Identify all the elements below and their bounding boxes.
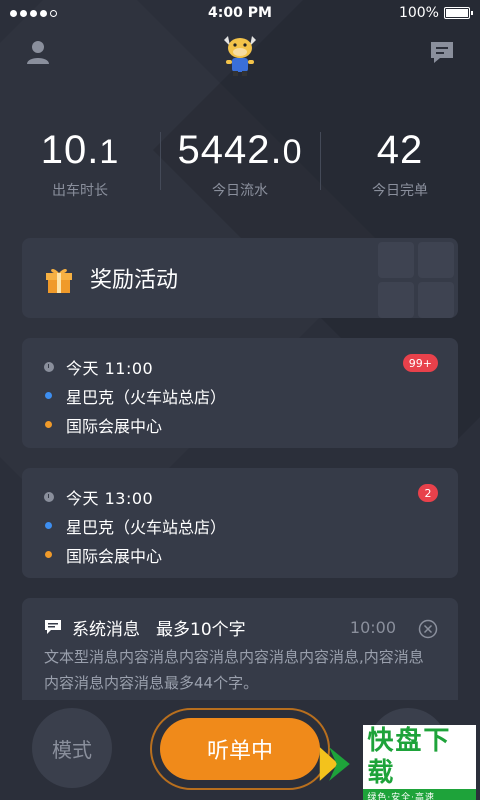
- status-bar: 4:00 PM 100%: [0, 0, 480, 26]
- unread-badge: 99+: [402, 354, 438, 372]
- stat-completed-orders: 42 今日完单: [320, 128, 480, 199]
- signal-strength-icon: [10, 9, 110, 17]
- chat-bubble-icon: [45, 620, 61, 634]
- bottom-bar: 模式 听单中 收车 快盘下载 绿色·安全·高速: [0, 700, 480, 800]
- reward-activity-card[interactable]: 奖励活动: [22, 238, 458, 318]
- bull-mascot-logo: [224, 36, 256, 76]
- gift-icon: [46, 268, 72, 293]
- battery-indicator: 100%: [370, 5, 473, 21]
- watermark-subtitle: 绿色·安全·高速: [363, 788, 476, 800]
- order-origin: 星巴克（火车站总店）: [66, 387, 227, 407]
- stats-panel: 10.1 出车时长 5442.0 今日流水 42 今日完单: [0, 128, 480, 199]
- listening-button[interactable]: 听单中: [160, 718, 320, 780]
- order-to-row: 国际会展中心: [44, 540, 436, 569]
- battery-icon: [443, 7, 473, 19]
- user-icon[interactable]: [24, 38, 52, 66]
- order-card[interactable]: 今天 11:00 星巴克（火车站总店） 国际会展中心 99+: [22, 338, 458, 448]
- order-from-row: 星巴克（火车站总店）: [44, 381, 436, 410]
- stat-value: 10.1: [40, 128, 120, 172]
- order-time: 今天 13:00: [66, 488, 154, 508]
- watermark-logo-icon: [319, 747, 350, 781]
- order-time-row: 今天 13:00: [44, 482, 436, 511]
- destination-dot-icon: [45, 421, 52, 428]
- close-icon[interactable]: [418, 619, 438, 639]
- order-time: 今天 11:00: [66, 358, 154, 378]
- order-to-row: 国际会展中心: [44, 410, 436, 439]
- destination-dot-icon: [45, 551, 52, 558]
- stat-label: 今日完单: [372, 183, 428, 199]
- order-time-row: 今天 11:00: [44, 352, 436, 381]
- clock-icon: [44, 361, 54, 372]
- watermark-title: 快盘下载: [363, 724, 476, 789]
- message-icon[interactable]: [428, 38, 456, 66]
- stat-value: 5442.0: [177, 128, 303, 172]
- stat-value: 42: [376, 128, 424, 172]
- order-destination: 国际会展中心: [66, 546, 163, 566]
- stat-daily-revenue: 5442.0 今日流水: [160, 128, 320, 199]
- watermark: 快盘下载 绿色·安全·高速: [316, 724, 476, 800]
- origin-dot-icon: [45, 392, 52, 399]
- order-destination: 国际会展中心: [66, 416, 163, 436]
- stat-label: 今日流水: [212, 183, 268, 199]
- stat-label: 出车时长: [52, 183, 108, 199]
- stat-driving-hours: 10.1 出车时长: [0, 128, 160, 199]
- reward-decoration: [378, 242, 454, 318]
- system-message-card[interactable]: 系统消息 最多10个字 10:00 文本型消息内容消息内容消息内容消息内容消息,…: [22, 598, 458, 708]
- reward-label: 奖励活动: [90, 268, 179, 293]
- mode-button[interactable]: 模式: [32, 708, 112, 788]
- message-time: 10:00: [349, 618, 396, 637]
- order-card[interactable]: 今天 13:00 星巴克（火车站总店） 国际会展中心 2: [22, 468, 458, 578]
- order-origin: 星巴克（火车站总店）: [66, 517, 227, 537]
- clock-icon: [44, 491, 54, 502]
- origin-dot-icon: [45, 522, 52, 529]
- unread-badge: 2: [418, 484, 438, 502]
- battery-percent: 100%: [398, 5, 439, 21]
- status-time: 4:00 PM: [208, 5, 272, 21]
- message-title: 系统消息: [72, 619, 140, 640]
- listen-button-ring: 听单中: [150, 708, 330, 790]
- message-body: 文本型消息内容消息内容消息内容消息内容消息,内容消息内容消息内容消息最多44个字…: [44, 648, 424, 692]
- top-bar: [0, 30, 480, 76]
- order-from-row: 星巴克（火车站总店）: [44, 511, 436, 540]
- message-subtitle: 最多10个字: [156, 619, 246, 640]
